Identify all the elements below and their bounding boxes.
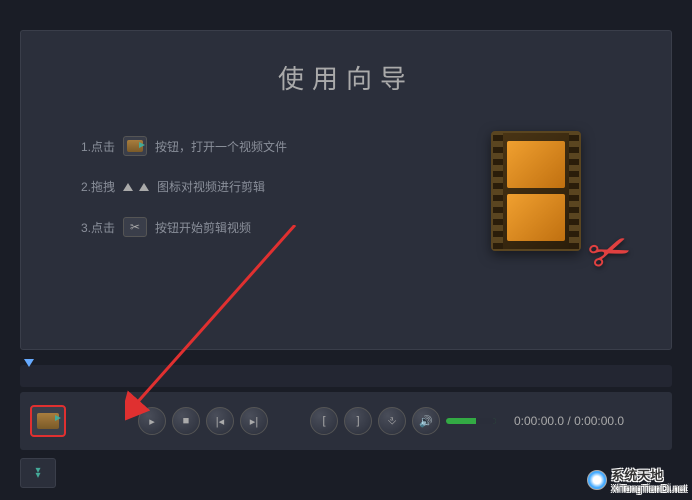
time-current: 0:00:00.0 bbox=[514, 414, 564, 428]
playhead-marker[interactable] bbox=[24, 359, 34, 367]
next-frame-button[interactable]: ▸| bbox=[240, 407, 268, 435]
chevron-down-icon: ▾▾ bbox=[35, 468, 40, 478]
open-folder-icon bbox=[123, 136, 147, 156]
step2-suffix: 图标对视频进行剪辑 bbox=[157, 178, 265, 195]
time-total: 0:00:00.0 bbox=[574, 414, 624, 428]
expand-panel-button[interactable]: ▾▾ bbox=[20, 458, 56, 488]
watermark-logo-icon bbox=[587, 470, 607, 490]
mark-out-button[interactable]: ] bbox=[344, 407, 372, 435]
volume-slider[interactable] bbox=[446, 418, 496, 424]
step1-prefix: 1.点击 bbox=[81, 138, 115, 155]
stop-button[interactable]: ■ bbox=[172, 407, 200, 435]
split-button[interactable]: ⎀ bbox=[378, 407, 406, 435]
trim-markers-icon bbox=[123, 183, 149, 191]
time-display: 0:00:00.0 / 0:00:00.0 bbox=[514, 414, 624, 428]
cut-icon: ✂ bbox=[123, 217, 147, 237]
playback-controls-bar: ▸ ■ |◂ ▸| [ ] ⎀ 🔊 0:00:00.0 / 0:00:00.0 bbox=[20, 392, 672, 450]
folder-open-icon bbox=[37, 413, 59, 429]
step1-suffix: 按钮，打开一个视频文件 bbox=[155, 138, 287, 155]
mark-in-button[interactable]: [ bbox=[310, 407, 338, 435]
watermark: 系统天地 XiTongTianDi.net bbox=[587, 465, 687, 495]
watermark-url: XiTongTianDi.net bbox=[611, 484, 687, 495]
timeline[interactable] bbox=[20, 365, 672, 387]
play-button[interactable]: ▸ bbox=[138, 407, 166, 435]
step3-suffix: 按钮开始剪辑视频 bbox=[155, 219, 251, 236]
film-cut-graphic: ✂ bbox=[491, 131, 611, 271]
open-file-button[interactable] bbox=[30, 405, 66, 437]
volume-button[interactable]: 🔊 bbox=[412, 407, 440, 435]
prev-frame-button[interactable]: |◂ bbox=[206, 407, 234, 435]
guide-title: 使用向导 bbox=[21, 59, 671, 96]
step2-prefix: 2.拖拽 bbox=[81, 178, 115, 195]
watermark-brand: 系统天地 bbox=[611, 468, 663, 483]
step3-prefix: 3.点击 bbox=[81, 219, 115, 236]
preview-canvas: 使用向导 1.点击 按钮，打开一个视频文件 2.拖拽 图标对视频进行剪辑 3.点… bbox=[20, 30, 672, 350]
